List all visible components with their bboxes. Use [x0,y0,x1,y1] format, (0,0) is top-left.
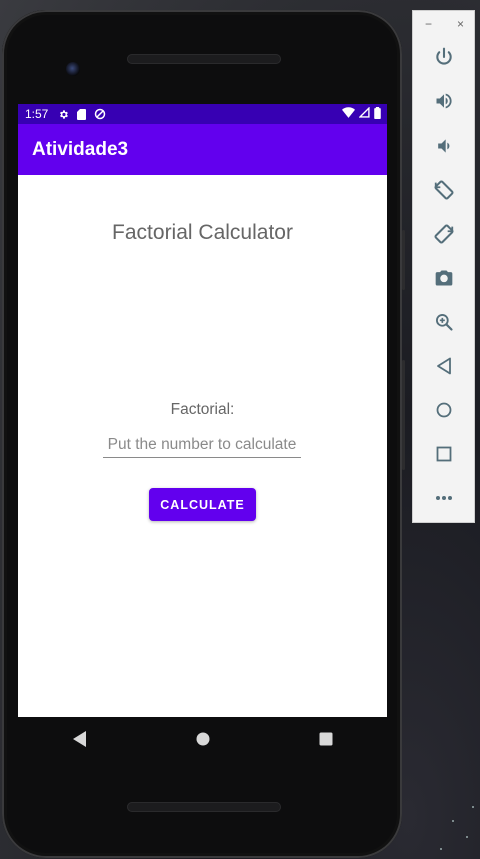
side-button [402,230,405,290]
factorial-label: Factorial: [170,401,235,418]
star-decoration [472,806,474,808]
app-bar-title: Atividade3 [32,138,129,160]
screenshot-icon[interactable] [413,263,474,293]
wifi-icon [342,107,355,121]
status-time: 1:57 [25,107,49,121]
front-camera [66,62,80,76]
more-icon[interactable] [413,483,474,513]
minimize-button[interactable]: − [425,17,432,35]
page-title: Factorial Calculator [112,221,293,244]
nav-bar [18,717,387,761]
close-button[interactable]: × [457,17,464,35]
home-icon[interactable] [413,395,474,425]
home-icon[interactable] [183,719,223,759]
calculate-button[interactable]: CALCULATE [149,488,256,521]
bottom-speaker [127,802,281,812]
signal-icon [358,106,370,121]
rotate-left-icon[interactable] [413,175,474,205]
back-icon[interactable] [60,719,100,759]
data-saver-icon [94,108,106,120]
number-input[interactable] [103,433,301,458]
device-screen: 1:57 Atividade3 Factorial Calculator Fac… [18,104,387,717]
recents-icon[interactable] [306,719,346,759]
star-decoration [452,820,454,822]
top-speaker [127,54,281,64]
emulator-control-panel: − × [412,10,475,523]
power-icon[interactable] [413,42,474,72]
settings-icon [58,109,69,120]
volume-down-icon[interactable] [413,131,474,161]
overview-icon[interactable] [413,439,474,469]
volume-rocker [402,360,405,470]
rotate-right-icon[interactable] [413,219,474,249]
app-bar: Atividade3 [18,124,387,175]
battery-icon [374,106,381,122]
main-content: Factorial Calculator Factorial: CALCULAT… [18,175,387,717]
zoom-icon[interactable] [413,307,474,337]
sd-card-icon [77,108,87,120]
star-decoration [440,848,442,850]
star-decoration [466,836,468,838]
back-icon[interactable] [413,351,474,381]
volume-up-icon[interactable] [413,86,474,116]
status-bar: 1:57 [18,104,387,124]
